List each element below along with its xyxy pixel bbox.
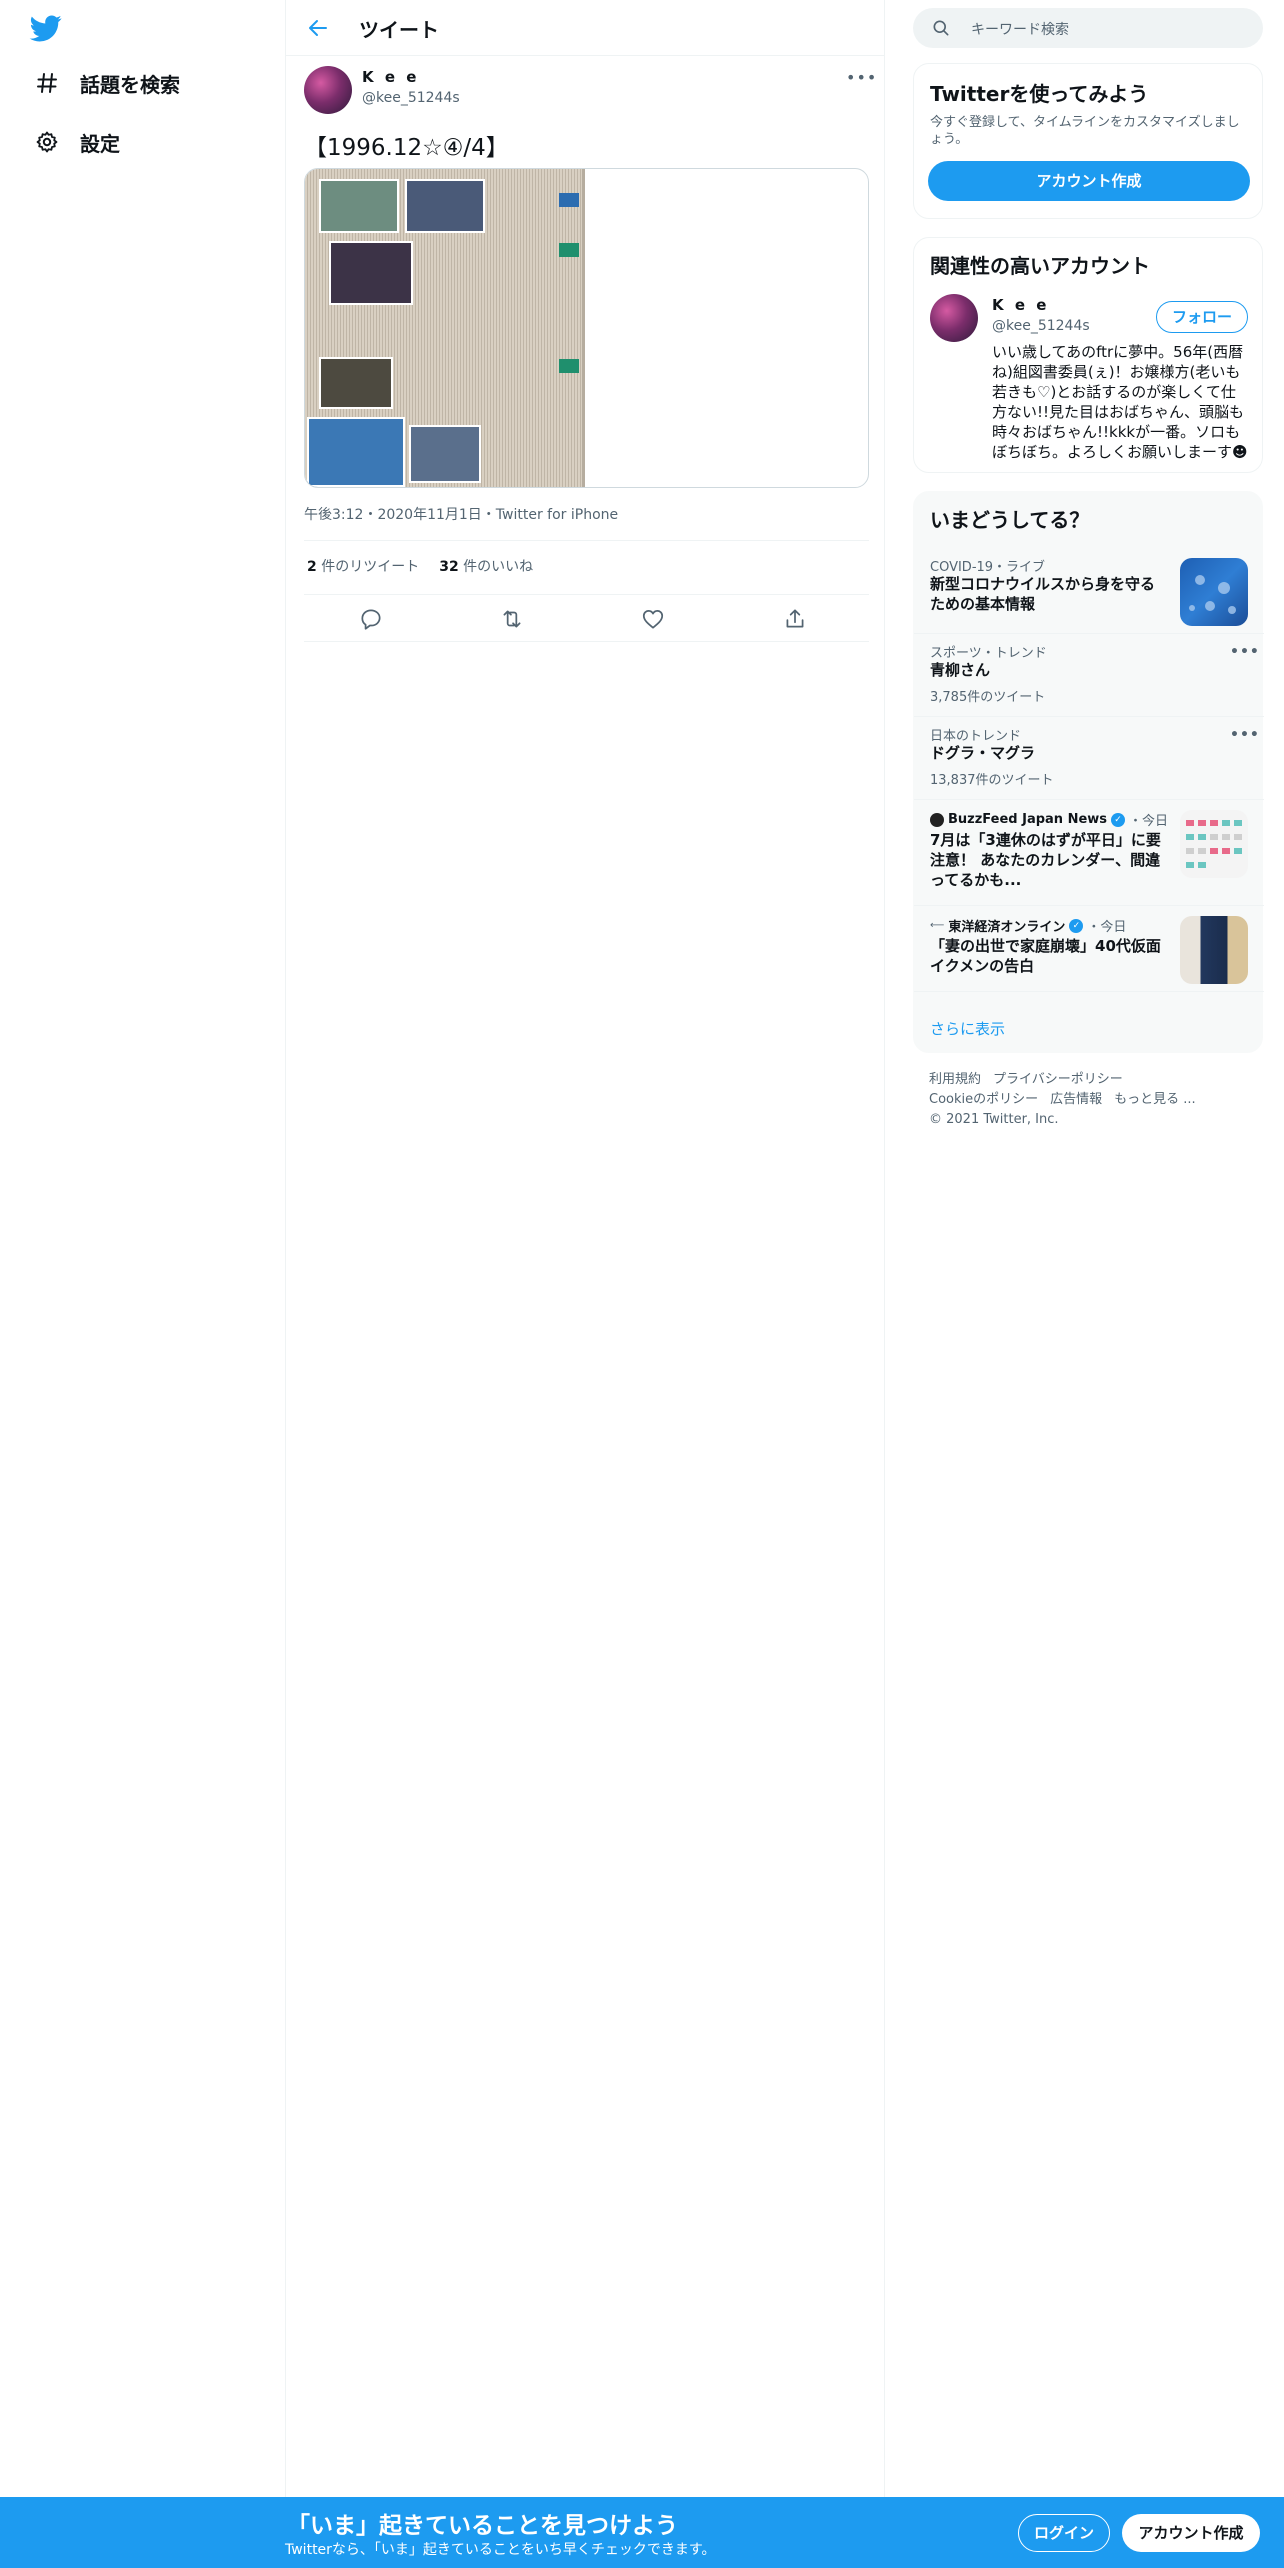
search-placeholder: キーワード検索 [971,22,1069,38]
footer-links: 利用規約 プライバシーポリシー Cookieのポリシー 広告情報 もっと見る ... … [929,1070,1259,1130]
share-icon[interactable] [782,606,808,632]
left-navigation: 話題を検索 設定 [0,0,285,2568]
copyright: © 2021 Twitter, Inc. [929,1112,1059,1127]
source-logo-icon: ⟵ [930,920,945,931]
footer-link-ads[interactable]: 広告情報 [1050,1092,1102,1107]
tweet-author-name[interactable]: K e e [362,68,419,86]
trend-item[interactable]: スポーツ・トレンド 青柳さん 3,785件のツイート ••• [914,634,1264,717]
page-header: ツイート [286,0,884,56]
more-options-icon[interactable]: ••• [846,68,877,87]
trend-thumbnail [1180,558,1248,626]
banner-title: 「いま」起きていることを見つけよう [287,2513,678,2539]
back-arrow-icon[interactable] [306,16,330,40]
news-item[interactable]: ⟵ 東洋経済オンライン ✓ ・今日 「妻の出世で家庭崩壊」40代仮面イクメンの告… [914,906,1264,992]
like-count: 32 [439,559,459,575]
trend-meta: 日本のトレンド [930,729,1022,744]
banner-subtitle: Twitterなら、「いま」起きていることをいち早くチェックできます。 [285,2542,716,2558]
trend-meta: COVID-19・ライブ [930,560,1046,575]
trend-item[interactable]: 日本のトレンド ドグラ・マグラ 13,837件のツイート ••• [914,717,1264,800]
create-account-button[interactable]: アカウント作成 [928,161,1250,201]
verified-badge-icon: ✓ [1111,812,1126,827]
news-source: BuzzFeed Japan News ✓ ・今日 [930,810,1168,829]
footer-link-privacy[interactable]: プライバシーポリシー [993,1072,1123,1087]
avatar[interactable] [304,66,352,114]
news-time: ・今日 [1129,814,1169,829]
signup-banner: 「いま」起きていることを見つけよう Twitterなら、「いま」起きていることを… [0,2497,1284,2568]
signup-card-title: Twitterを使ってみよう [930,82,1149,106]
trend-title: 青柳さん [930,661,991,679]
gear-icon [34,129,60,155]
media-image-left[interactable] [305,169,585,487]
page-title: ツイート [359,18,439,42]
more-options-icon[interactable]: ••• [1230,727,1260,743]
divider [304,641,869,642]
more-options-icon[interactable]: ••• [1230,644,1260,660]
like-stat[interactable]: 32 件のいいね [439,556,533,576]
avatar[interactable] [930,294,978,342]
like-heart-icon[interactable] [640,606,666,632]
tweet-actions [304,604,869,634]
trend-meta: スポーツ・トレンド [930,646,1047,661]
news-thumbnail [1180,810,1248,878]
trend-count: 3,785件のツイート [930,690,1046,705]
reply-icon[interactable] [358,606,384,632]
related-account-name[interactable]: K e e [992,296,1049,314]
tweet-stats: 2 件のリツイート 32 件のいいね [307,556,533,576]
signup-button[interactable]: アカウント作成 [1122,2514,1260,2552]
footer-link-terms[interactable]: 利用規約 [929,1072,981,1087]
trend-title: ドグラ・マグラ [930,744,1036,762]
signup-card: Twitterを使ってみよう 今すぐ登録して、タイムラインをカスタマイズしましょ… [913,63,1263,219]
news-title: 「妻の出世で家庭崩壊」40代仮面イクメンの告白 [930,937,1161,975]
related-title: 関連性の高いアカウント [930,254,1150,278]
login-button[interactable]: ログイン [1018,2514,1110,2552]
retweet-count: 2 [307,559,317,575]
news-source-name: 東洋経済オンライン [948,920,1066,935]
news-title: 7月は「3連休のはずが平日」に要注意！ あなたのカレンダー、間違ってるかも... [930,831,1161,889]
verified-badge-icon: ✓ [1069,918,1084,933]
tweet-text: 【1996.12☆④/4】 [304,135,509,161]
retweet-icon[interactable] [499,606,525,632]
search-icon [933,20,949,36]
related-account-bio: いい歳してあのftrに夢中。56年(西暦ね)組図書委員(ぇ)！お嬢様方(老いも若… [992,343,1248,461]
tweet-timestamp[interactable]: 午後3:12・2020年11月1日・Twitter for iPhone [304,504,618,524]
news-source-name: BuzzFeed Japan News [948,812,1108,827]
divider [304,540,869,541]
signup-card-subtitle: 今すぐ登録して、タイムラインをカスタマイズしましょう。 [930,115,1240,147]
related-accounts-card: 関連性の高いアカウント K e e @kee_51244s フォロー いい歳して… [913,237,1263,473]
news-thumbnail [1180,916,1248,984]
tweet-author-handle[interactable]: @kee_51244s [362,90,460,106]
news-item[interactable]: BuzzFeed Japan News ✓ ・今日 7月は「3連休のはずが平日」… [914,800,1264,906]
nav-item-label: 設定 [80,131,120,156]
tweet-media[interactable] [304,168,869,488]
footer-link-more[interactable]: もっと見る ... [1114,1092,1196,1107]
trends-title: いまどうしてる？ [930,508,1090,532]
main-column: ツイート K e e @kee_51244s ••• 【1996.12☆④/4】 [285,0,885,2568]
trend-title: 新型コロナウイルスから身を守るための基本情報 [930,575,1156,613]
follow-button[interactable]: フォロー [1156,301,1248,333]
nav-item-label: 話題を検索 [80,72,180,97]
retweet-label: 件のリツイート [321,559,420,575]
retweet-stat[interactable]: 2 件のリツイート [307,556,419,576]
twitter-logo-icon[interactable] [28,12,64,44]
footer-link-cookies[interactable]: Cookieのポリシー [929,1092,1038,1107]
news-source: ⟵ 東洋経済オンライン ✓ ・今日 [930,916,1126,935]
search-input[interactable]: キーワード検索 [913,8,1263,48]
source-logo-icon [930,812,944,827]
like-label: 件のいいね [463,559,534,575]
nav-item-explore[interactable]: 話題を検索 [34,63,180,103]
nav-item-settings[interactable]: 設定 [34,122,120,162]
divider [304,594,869,595]
trend-count: 13,837件のツイート [930,773,1054,788]
show-more-link[interactable]: さらに表示 [930,1018,1005,1039]
news-time: ・今日 [1087,920,1127,935]
trends-card: いまどうしてる？ COVID-19・ライブ 新型コロナウイルスから身を守るための… [913,491,1264,1053]
related-account-handle[interactable]: @kee_51244s [992,318,1090,334]
trend-item[interactable]: COVID-19・ライブ 新型コロナウイルスから身を守るための基本情報 [914,548,1264,634]
hashtag-icon [34,70,60,96]
